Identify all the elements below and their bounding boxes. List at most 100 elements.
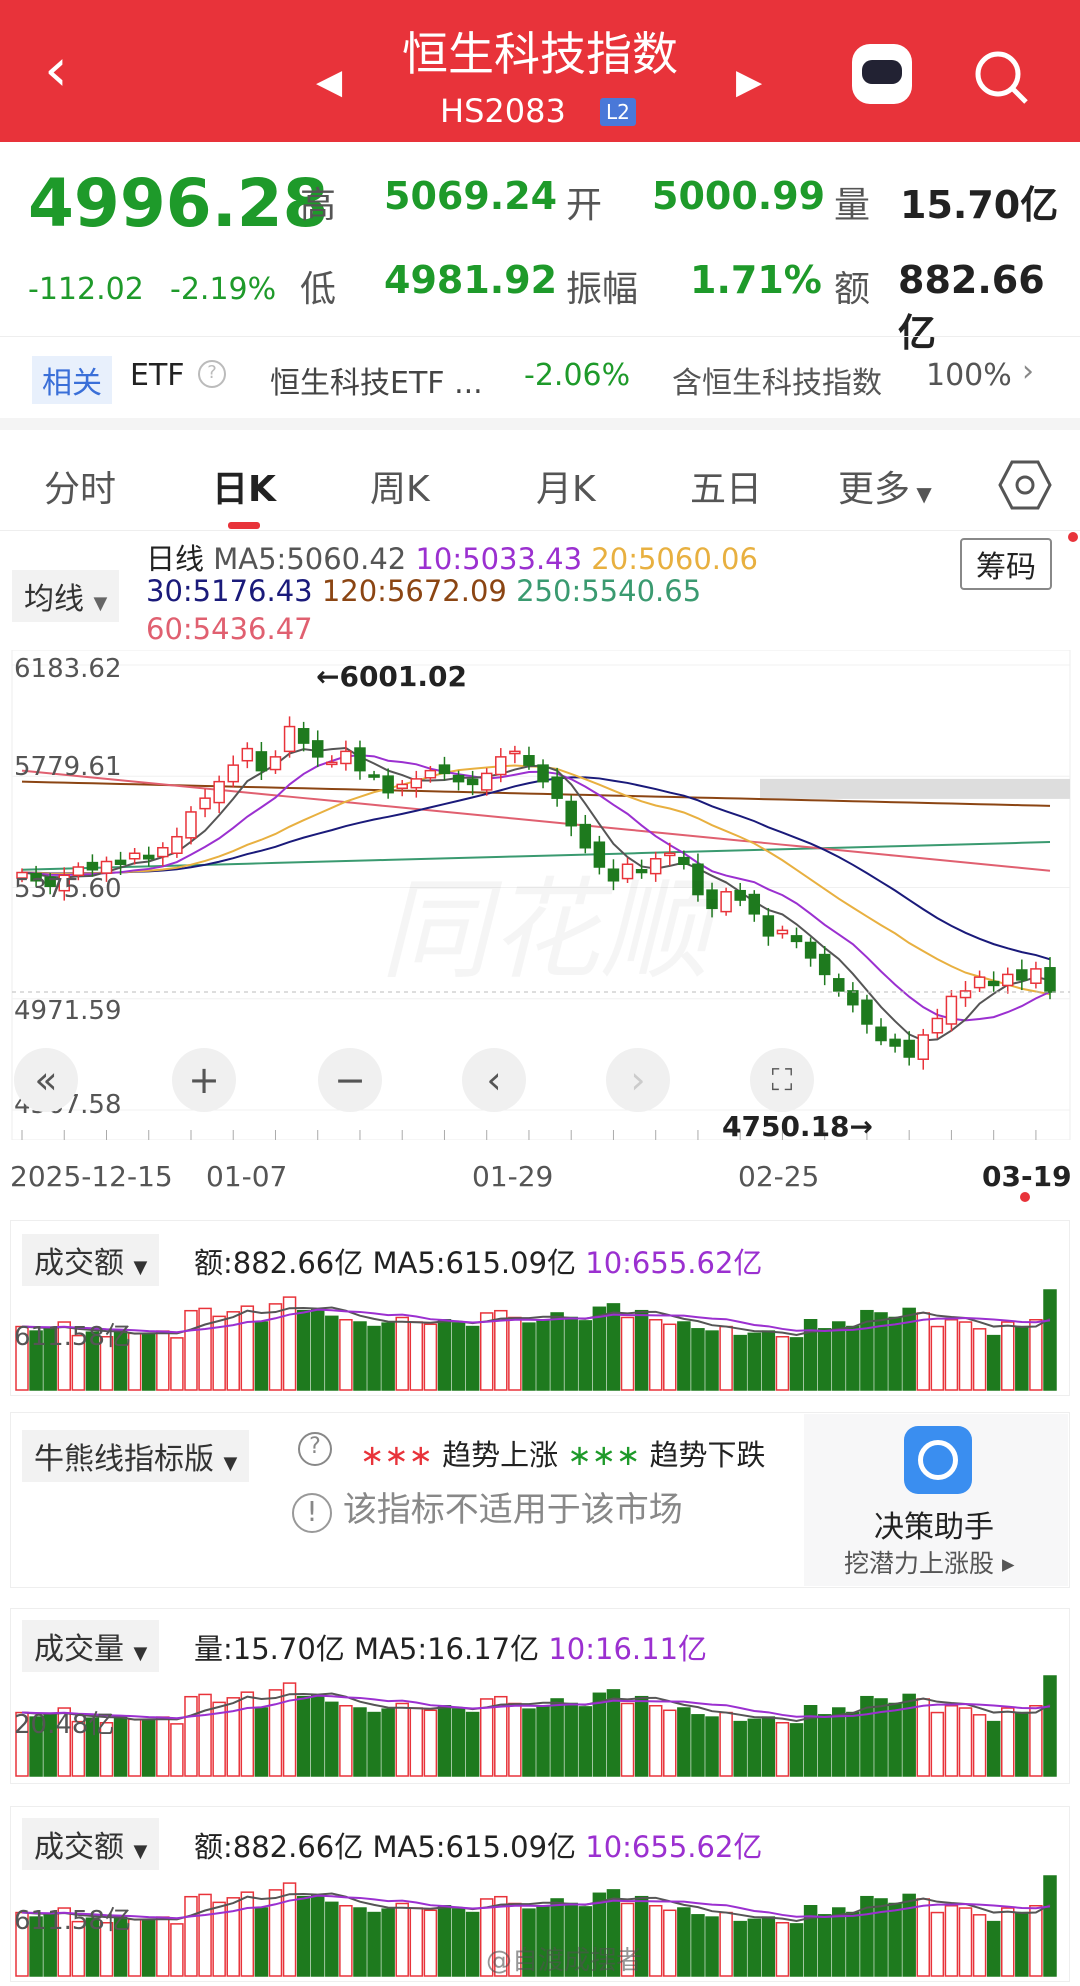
candle-body bbox=[875, 1026, 887, 1042]
volume-bar bbox=[663, 1323, 677, 1391]
turnover-ma5: MA5:615.09亿 bbox=[372, 1830, 577, 1864]
next-stock-icon[interactable]: ▶ bbox=[736, 62, 762, 102]
volume-bar bbox=[846, 1711, 860, 1777]
volume-bar bbox=[479, 1312, 494, 1391]
candle-body bbox=[368, 774, 380, 778]
volume-bar bbox=[747, 1718, 762, 1777]
turnover-selector-2[interactable]: 成交额 ▼ bbox=[22, 1818, 160, 1870]
candle-body bbox=[354, 747, 366, 772]
volume-bar bbox=[958, 1321, 973, 1391]
turnover-selector[interactable]: 成交额 ▼ bbox=[22, 1234, 160, 1286]
ma-selector[interactable]: 均线 ▼ bbox=[12, 570, 120, 622]
candle-body bbox=[340, 750, 352, 765]
candle-body bbox=[311, 740, 324, 758]
page-title: 恒生科技指数 bbox=[402, 27, 678, 81]
x-tick: 2025-12-15 bbox=[10, 1160, 173, 1193]
volume-bar bbox=[325, 1901, 339, 1977]
volume-bar bbox=[1043, 1289, 1057, 1391]
high-label: 高 bbox=[300, 185, 337, 226]
etf-desc: 含恒生科技指数 bbox=[672, 366, 882, 401]
tab-monthly-k[interactable]: 月K bbox=[536, 460, 596, 512]
prev-stock-icon[interactable]: ◀ bbox=[316, 62, 342, 102]
volume-bar bbox=[705, 1716, 719, 1777]
candle-body bbox=[565, 800, 577, 827]
volume-bar bbox=[1043, 1875, 1057, 1977]
volume-bar bbox=[1015, 1325, 1029, 1391]
decision-assistant-card[interactable]: 决策助手 挖潜力上涨股 ▸ bbox=[804, 1414, 1068, 1586]
volume-bar bbox=[113, 1715, 128, 1777]
scroll-left-icon[interactable]: ‹ bbox=[462, 1048, 526, 1112]
scroll-right-icon[interactable]: › bbox=[606, 1048, 670, 1112]
tab-five-day[interactable]: 五日 bbox=[690, 460, 762, 512]
volume-bar bbox=[254, 1707, 269, 1777]
volume-bar bbox=[986, 1920, 1001, 1977]
bull-bear-selector[interactable]: 牛熊线指标版 ▼ bbox=[22, 1430, 250, 1482]
fullscreen-icon[interactable]: ⛶ bbox=[750, 1048, 814, 1112]
volume-bar bbox=[184, 1895, 198, 1977]
volume-bar bbox=[325, 1315, 339, 1391]
candle-body bbox=[86, 861, 99, 871]
volume-bar bbox=[761, 1330, 776, 1391]
volume-bar bbox=[930, 1325, 945, 1391]
volume-bar bbox=[127, 1718, 142, 1777]
price-change: -112.02 bbox=[28, 272, 144, 307]
candle-body bbox=[142, 854, 155, 860]
scroll-left-fast-icon[interactable]: « bbox=[14, 1048, 78, 1112]
candle-body bbox=[466, 778, 479, 786]
volume-bar bbox=[339, 1705, 353, 1777]
volume-bar bbox=[184, 1695, 198, 1777]
volume-bar bbox=[606, 1689, 621, 1777]
volume-bar bbox=[733, 1334, 747, 1391]
decision-assistant-icon bbox=[904, 1426, 972, 1494]
settings-hexagon-icon[interactable] bbox=[998, 458, 1052, 512]
chip-button[interactable]: 筹码 bbox=[960, 538, 1052, 590]
volume-bar bbox=[353, 1321, 367, 1391]
candle-body bbox=[213, 780, 225, 804]
volume-bar bbox=[592, 1306, 607, 1391]
header-bar: ‹ ◀ 恒生科技指数 HS2083 L2 ▶ bbox=[0, 0, 1080, 142]
volume-bar bbox=[536, 1319, 550, 1391]
volume-y-label: 20.48亿 bbox=[14, 1710, 115, 1740]
watermark-text: @自渡成摆者 bbox=[486, 1946, 643, 1976]
volume-bar bbox=[437, 1705, 452, 1777]
volume-bar bbox=[156, 1330, 170, 1391]
candle-body bbox=[973, 976, 986, 989]
volume-bar bbox=[1043, 1675, 1057, 1777]
tab-intraday[interactable]: 分时 bbox=[44, 460, 116, 512]
help-icon[interactable]: ? bbox=[198, 360, 226, 388]
volume-bar bbox=[663, 1909, 677, 1977]
volume-bar bbox=[719, 1911, 733, 1977]
volume-bar bbox=[141, 1919, 156, 1977]
volume-bar bbox=[1029, 1905, 1043, 1977]
y-tick: 4971.59 bbox=[14, 996, 122, 1026]
volume-bar bbox=[733, 1720, 747, 1777]
search-icon[interactable] bbox=[972, 48, 1032, 108]
volume-bar bbox=[916, 1312, 931, 1391]
back-icon[interactable]: ‹ bbox=[44, 40, 68, 100]
volume-bar bbox=[198, 1893, 212, 1977]
candle-body bbox=[157, 846, 169, 858]
x-tick: 02-25 bbox=[738, 1160, 820, 1193]
related-etf-row[interactable]: 相关 ETF ? 恒生科技ETF ... -2.06% 含恒生科技指数 100%… bbox=[0, 340, 1080, 416]
assistant-title: 决策助手 bbox=[874, 1510, 994, 1545]
volume-bar bbox=[677, 1907, 691, 1977]
volume-bar bbox=[156, 1916, 170, 1977]
tab-weekly-k[interactable]: 周K bbox=[370, 460, 430, 512]
zoom-in-icon[interactable]: + bbox=[172, 1048, 236, 1112]
volume-amount: 量:15.70亿 bbox=[194, 1632, 345, 1666]
volume-bar bbox=[719, 1711, 733, 1777]
volume-bar bbox=[958, 1707, 973, 1777]
volume-selector[interactable]: 成交量 ▼ bbox=[22, 1620, 160, 1672]
tab-more[interactable]: 更多 ▼ bbox=[838, 460, 932, 512]
assistant-subtitle: 挖潜力上涨股 ▸ bbox=[844, 1549, 1015, 1578]
zoom-out-icon[interactable]: − bbox=[318, 1048, 382, 1112]
robot-assistant-icon[interactable] bbox=[852, 44, 912, 104]
help-icon[interactable]: ? bbox=[298, 1432, 332, 1466]
last-price: 4996.28 bbox=[28, 165, 329, 242]
volume-bar bbox=[522, 1708, 536, 1777]
volume-bar bbox=[381, 1708, 395, 1777]
tab-daily-k[interactable]: 日K bbox=[212, 460, 276, 512]
candle-body bbox=[410, 778, 423, 789]
turnover-y-label: 611.58亿 bbox=[14, 1322, 131, 1352]
volume-bar bbox=[170, 1337, 184, 1391]
